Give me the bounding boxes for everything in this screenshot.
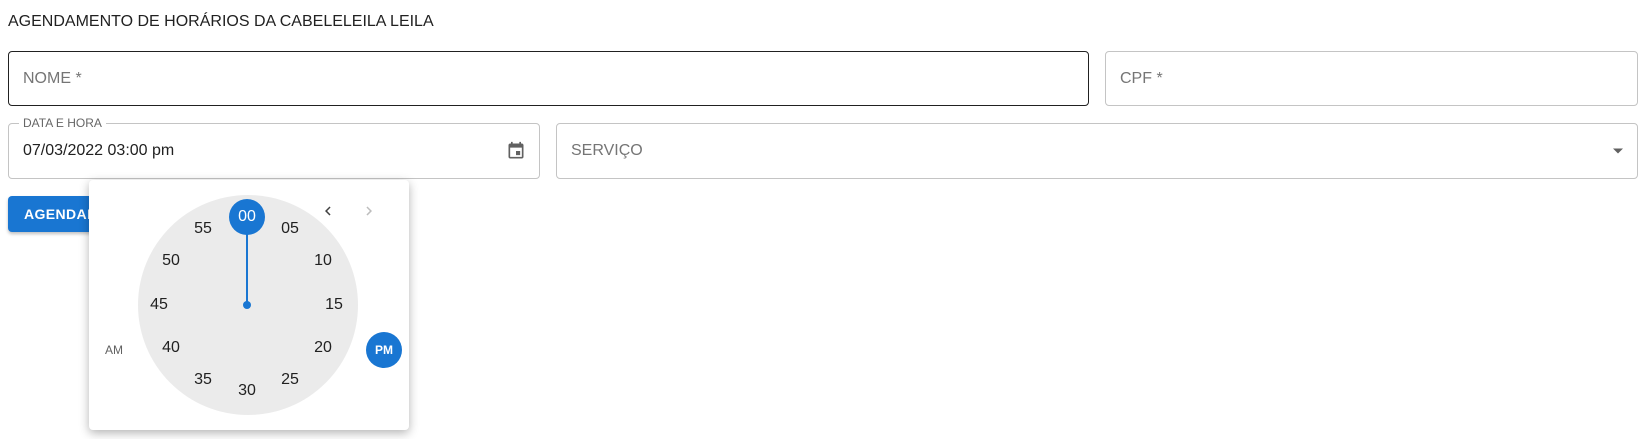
nome-field[interactable]: NOME * (8, 51, 1089, 106)
minute-30[interactable]: 30 (229, 373, 265, 409)
minute-50[interactable]: 50 (153, 243, 189, 279)
calendar-icon[interactable] (505, 140, 527, 162)
cpf-placeholder: CPF * (1120, 69, 1163, 87)
minute-25[interactable]: 25 (272, 362, 308, 398)
minute-20[interactable]: 20 (305, 330, 341, 366)
date-time-value: 07/03/2022 03:00 pm (23, 142, 175, 159)
pm-button[interactable]: PM (366, 332, 402, 368)
date-time-field[interactable]: DATA E HORA 07/03/2022 03:00 pm (8, 116, 540, 179)
time-picker-popup: 00 05 10 15 20 25 30 35 40 45 50 55 AM P… (89, 180, 409, 430)
servico-placeholder: SERVIÇO (571, 142, 643, 159)
nome-placeholder: NOME * (23, 69, 82, 87)
minute-55[interactable]: 55 (185, 211, 221, 247)
chevron-right-icon (355, 197, 383, 225)
date-time-label: DATA E HORA (19, 116, 106, 130)
clock-face[interactable]: 00 05 10 15 20 25 30 35 40 45 50 55 (138, 195, 358, 415)
minute-10[interactable]: 10 (305, 243, 341, 279)
clock-center (243, 301, 251, 309)
arrow-drop-down-icon[interactable] (1613, 148, 1623, 154)
minute-40[interactable]: 40 (153, 330, 189, 366)
minute-15[interactable]: 15 (316, 287, 352, 323)
am-button[interactable]: AM (96, 332, 132, 368)
minute-35[interactable]: 35 (185, 362, 221, 398)
servico-select[interactable]: SERVIÇO (556, 123, 1638, 179)
minute-45[interactable]: 45 (141, 287, 177, 323)
minute-05[interactable]: 05 (272, 211, 308, 247)
cpf-field[interactable]: CPF * (1105, 51, 1638, 106)
page-title: AGENDAMENTO DE HORÁRIOS DA CABELELEILA L… (8, 13, 434, 30)
minute-00[interactable]: 00 (229, 199, 265, 235)
